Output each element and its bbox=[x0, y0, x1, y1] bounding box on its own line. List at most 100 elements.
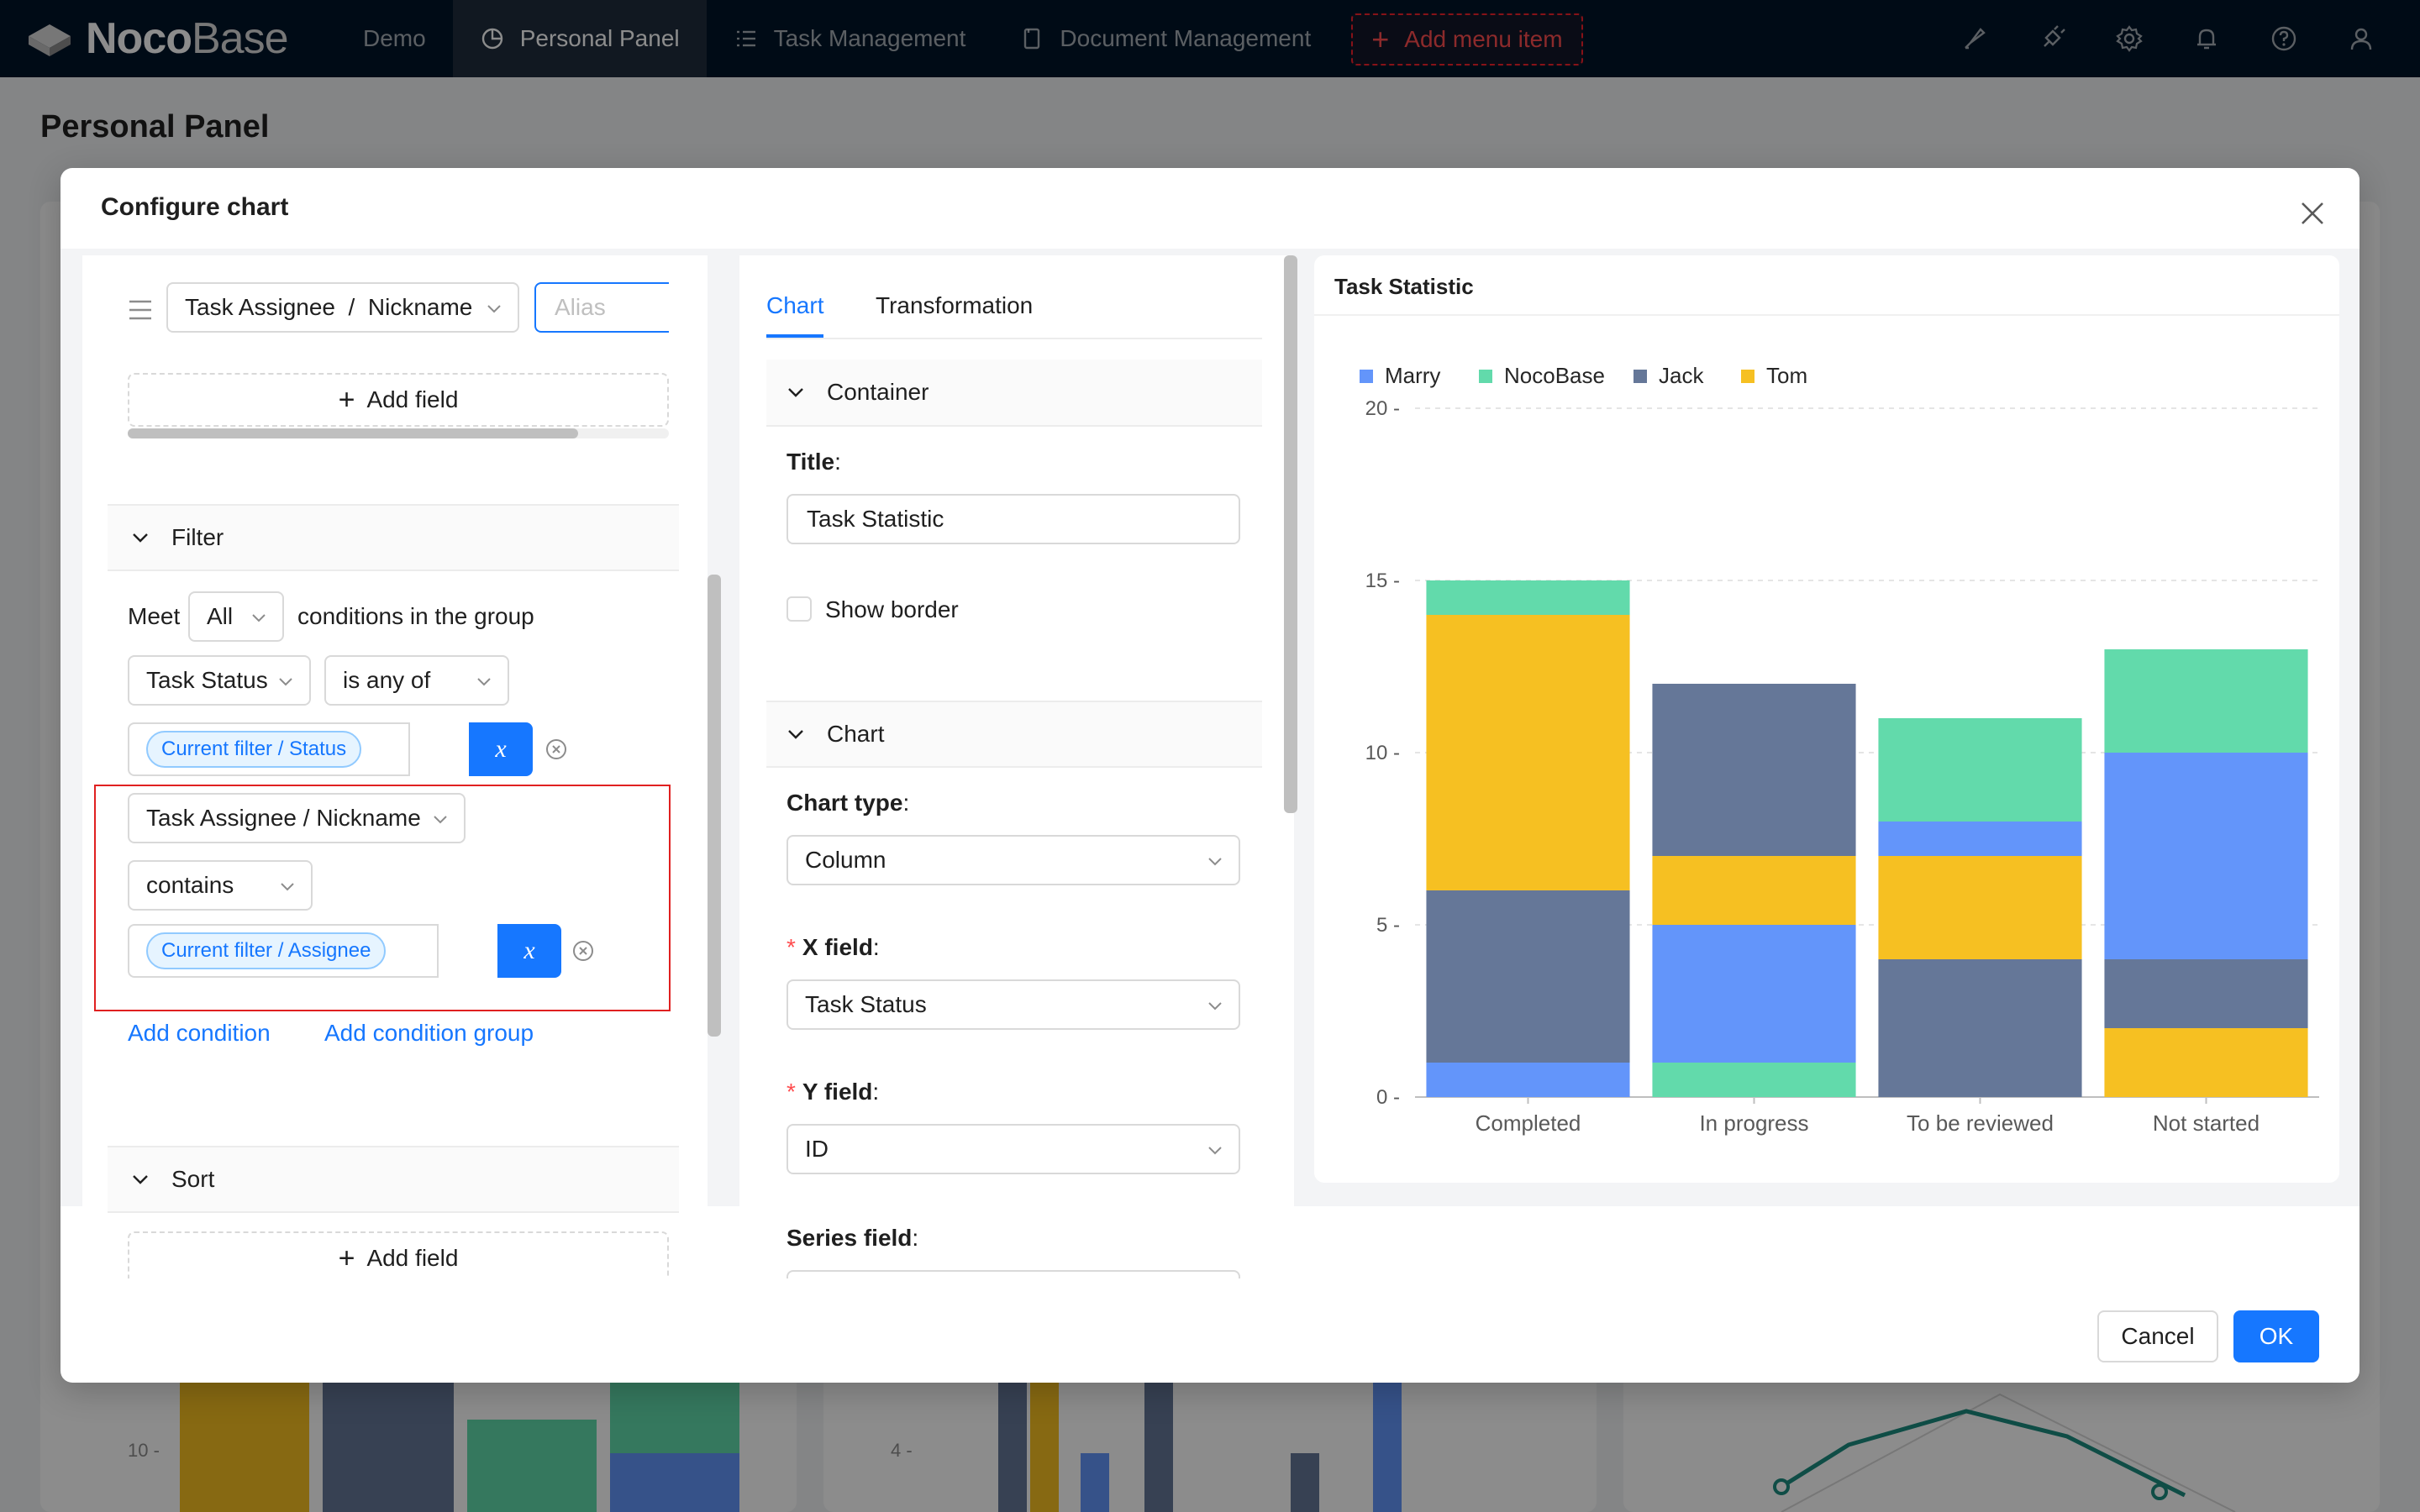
variable-tag[interactable]: Current filter / Status bbox=[146, 731, 362, 768]
bar-segment bbox=[1652, 684, 1856, 856]
bar-segment bbox=[2104, 753, 2308, 959]
tabs-divider bbox=[766, 338, 1262, 339]
variable-picker-button[interactable]: x bbox=[469, 722, 533, 776]
y-tick-label: 0 - bbox=[1376, 1086, 1400, 1109]
bar-segment bbox=[1426, 580, 1630, 615]
bar-segment bbox=[1426, 890, 1630, 1063]
measure-field-value: Task Assignee / Nickname bbox=[185, 294, 473, 320]
meet-label: Meet bbox=[128, 603, 181, 629]
modal-title: Configure chart bbox=[101, 193, 289, 221]
remove-condition-icon[interactable] bbox=[544, 738, 568, 761]
bar-segment bbox=[1652, 1063, 1856, 1097]
bar-segment bbox=[1652, 856, 1856, 925]
y-tick-label: 10 - bbox=[1365, 742, 1400, 764]
condition-field-value: Task Status bbox=[146, 667, 268, 693]
query-panel-scrollbar[interactable] bbox=[708, 575, 721, 1037]
x-field-select[interactable]: Task Status bbox=[786, 979, 1240, 1030]
show-border-checkbox[interactable] bbox=[786, 596, 812, 622]
add-condition-link[interactable]: Add condition bbox=[128, 1020, 271, 1047]
bar-segment bbox=[1878, 856, 2082, 959]
alias-placeholder: Alias bbox=[555, 294, 606, 320]
filter-logic-value: All bbox=[207, 603, 234, 629]
bar-segment bbox=[1426, 615, 1630, 890]
horizontal-scrollbar-thumb[interactable] bbox=[128, 428, 578, 438]
chart-card-title: Task Statistic bbox=[1334, 274, 1474, 299]
y-tick-label: 20 - bbox=[1365, 397, 1400, 420]
chevron-down-icon bbox=[788, 730, 803, 739]
y-field-select[interactable]: ID bbox=[786, 1124, 1240, 1174]
bar-segment bbox=[2104, 649, 2308, 753]
x-field-label: * X field: bbox=[786, 934, 880, 960]
chevron-down-icon bbox=[477, 678, 491, 686]
chevron-down-icon bbox=[1208, 1147, 1222, 1155]
chart-preview-card: Task Statistic 0 - 5 - 10 - 15 - 20 - Marry No… bbox=[1314, 255, 2339, 1183]
tab-transformation[interactable]: Transformation bbox=[876, 292, 1033, 319]
close-icon[interactable] bbox=[2299, 200, 2326, 227]
title-field-label: Title: bbox=[786, 449, 841, 475]
x-tick-label: Not started bbox=[2153, 1110, 2260, 1136]
legend-label: NocoBase bbox=[1504, 363, 1605, 388]
condition-field-select[interactable]: Task Status bbox=[128, 655, 311, 706]
conditions-suffix-label: conditions in the group bbox=[297, 603, 534, 629]
filter-logic-select[interactable]: All bbox=[188, 591, 284, 642]
legend-label: Marry bbox=[1385, 363, 1440, 388]
chevron-down-icon bbox=[1208, 858, 1222, 866]
plus-icon: + bbox=[338, 383, 355, 416]
add-measure-field-button[interactable]: + Add field bbox=[128, 373, 669, 427]
config-panel-scrollbar[interactable] bbox=[1284, 255, 1297, 813]
title-input[interactable]: Task Statistic bbox=[786, 494, 1240, 544]
bar-segment bbox=[2104, 959, 2308, 1028]
sort-section-title: Sort bbox=[171, 1166, 215, 1192]
chart-type-select[interactable]: Column bbox=[786, 835, 1240, 885]
modal-footer bbox=[60, 1290, 2360, 1383]
ok-button[interactable]: OK bbox=[2233, 1310, 2319, 1362]
container-section-title: Container bbox=[827, 379, 929, 405]
chart-section-header[interactable]: Chart bbox=[766, 701, 1262, 768]
chevron-down-icon bbox=[1208, 1002, 1222, 1011]
add-sort-field-button[interactable]: + Add field bbox=[128, 1231, 669, 1278]
x-tick-label: In progress bbox=[1699, 1110, 1808, 1136]
show-border-label: Show border bbox=[825, 596, 959, 622]
legend-swatch bbox=[1479, 370, 1492, 383]
variable-tag-label: Current filter / Status bbox=[161, 738, 347, 760]
measure-field-select[interactable]: Task Assignee / Nickname bbox=[166, 282, 519, 333]
chart-type-label: Chart type: bbox=[786, 790, 910, 816]
chevron-down-icon bbox=[487, 305, 501, 313]
alias-input[interactable]: Alias bbox=[534, 282, 669, 333]
x-tick-label: To be reviewed bbox=[1907, 1110, 2054, 1136]
condition-operator-value: is any of bbox=[343, 667, 431, 693]
add-condition-group-link[interactable]: Add condition group bbox=[324, 1020, 534, 1047]
legend-swatch bbox=[1360, 370, 1373, 383]
bar-segment bbox=[2104, 1028, 2308, 1097]
chevron-down-icon bbox=[133, 533, 148, 543]
add-field-label: Add field bbox=[366, 1245, 459, 1271]
series-field-select[interactable] bbox=[786, 1270, 1240, 1278]
tab-chart[interactable]: Chart bbox=[766, 292, 823, 319]
chevron-down-icon bbox=[252, 614, 266, 622]
condition-operator-select[interactable]: is any of bbox=[324, 655, 509, 706]
highlight-frame bbox=[94, 785, 671, 1011]
x-tick-label: Completed bbox=[1476, 1110, 1581, 1136]
chart-type-value: Column bbox=[805, 847, 886, 873]
cancel-button[interactable]: Cancel bbox=[2097, 1310, 2218, 1362]
y-tick-label: 5 - bbox=[1376, 914, 1400, 937]
legend-swatch bbox=[1741, 370, 1754, 383]
required-mark: * bbox=[786, 1079, 796, 1105]
stacked-column-chart: 0 - 5 - 10 - 15 - 20 - Marry NocoBase Jack Tom Co… bbox=[1360, 363, 2319, 1136]
chevron-down-icon bbox=[279, 678, 292, 686]
filter-section-header[interactable]: Filter bbox=[108, 504, 679, 571]
bar-segment bbox=[1878, 822, 2082, 856]
bar-segment bbox=[1878, 959, 2082, 1097]
chevron-down-icon bbox=[788, 388, 803, 397]
bar-segment bbox=[1652, 925, 1856, 1063]
chart-section-title: Chart bbox=[827, 721, 885, 747]
y-field-label: * Y field: bbox=[786, 1079, 880, 1105]
bar-segment bbox=[1426, 1063, 1630, 1097]
container-section-header[interactable]: Container bbox=[766, 360, 1262, 427]
y-tick-label: 15 - bbox=[1365, 570, 1400, 592]
sort-section-header[interactable]: Sort bbox=[108, 1146, 679, 1213]
configure-chart-modal: Configure chart Task Assignee / Nickname… bbox=[60, 168, 2360, 1383]
filter-section-title: Filter bbox=[171, 524, 224, 550]
drag-handle-icon[interactable] bbox=[128, 299, 153, 321]
x-field-value: Task Status bbox=[805, 991, 927, 1017]
